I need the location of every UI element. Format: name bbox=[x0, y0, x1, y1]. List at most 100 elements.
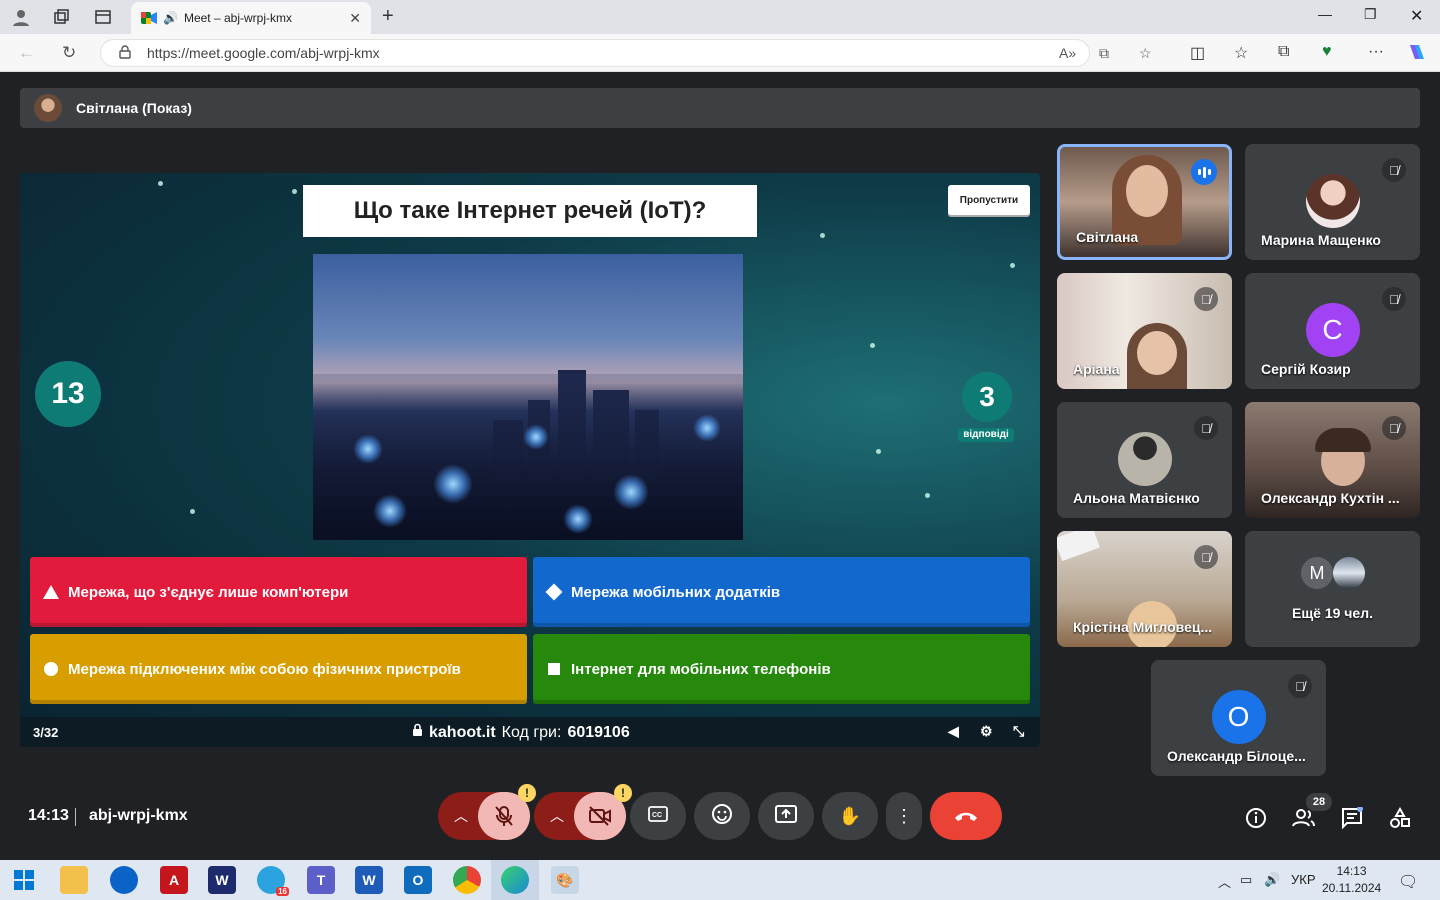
light-glow bbox=[613, 474, 649, 510]
word-icon[interactable]: W bbox=[355, 866, 383, 894]
meet-window: Світлана (Показ) Що таке Інтернет речей … bbox=[4, 72, 1436, 856]
url-bar[interactable]: https://meet.google.com/abj-wrpj-kmx A» … bbox=[100, 39, 1152, 67]
presentation-banner: Світлана (Показ) bbox=[20, 88, 1420, 128]
hang-up-icon bbox=[953, 806, 979, 827]
browser-essentials-icon[interactable]: ♥ bbox=[1322, 43, 1332, 61]
lock-icon[interactable] bbox=[119, 45, 131, 62]
favorites-icon[interactable]: ☆ bbox=[1234, 43, 1248, 63]
favorite-star-icon[interactable]: ☆ bbox=[1139, 45, 1152, 62]
chrome-icon[interactable] bbox=[453, 866, 481, 894]
minimize-icon[interactable]: — bbox=[1318, 6, 1332, 22]
answers-count: 3 bbox=[962, 372, 1012, 422]
volume-icon[interactable]: 🔊 bbox=[1264, 872, 1280, 888]
notifications-icon[interactable]: 🗨 bbox=[1398, 872, 1418, 892]
hand-icon: ✋ bbox=[838, 805, 862, 826]
split-screen-icon[interactable]: ◫ bbox=[1190, 43, 1205, 63]
network-dot bbox=[870, 343, 875, 348]
network-dot bbox=[820, 233, 825, 238]
more-options-button[interactable]: ⋮ bbox=[886, 792, 922, 840]
leave-call-button[interactable] bbox=[930, 792, 1002, 840]
tab-actions-icon[interactable] bbox=[92, 6, 114, 28]
outlook-icon[interactable]: O bbox=[404, 866, 432, 894]
reactions-button[interactable] bbox=[694, 792, 750, 840]
network-dot bbox=[1010, 263, 1015, 268]
webex-icon[interactable]: W bbox=[208, 866, 236, 894]
answer-option-yellow[interactable]: Мережа підключених між собою фізичних пр… bbox=[30, 634, 527, 704]
settings-icon[interactable]: ⚙ bbox=[980, 723, 993, 740]
system-clock[interactable]: 14:13 20.11.2024 bbox=[1322, 863, 1381, 897]
answer-option-red[interactable]: Мережа, що з'єднує лише комп'ютери bbox=[30, 557, 527, 627]
file-explorer-icon[interactable] bbox=[60, 866, 88, 894]
app-available-icon[interactable]: ⧉ bbox=[1099, 45, 1109, 62]
paint-icon[interactable]: 🎨 bbox=[551, 866, 579, 894]
participant-tile[interactable]: 🎙̸ Марина Мащенко bbox=[1245, 144, 1420, 260]
read-aloud-icon[interactable]: A» bbox=[1059, 45, 1076, 61]
workspaces-icon[interactable] bbox=[50, 6, 72, 28]
url-text: https://meet.google.com/abj-wrpj-kmx bbox=[147, 45, 380, 61]
close-tab-icon[interactable]: ✕ bbox=[349, 10, 361, 27]
participant-tile[interactable]: 🎙̸ Олександр Кухтін ... bbox=[1245, 402, 1420, 518]
participant-tile[interactable]: 🎙̸ Крістіна Мигловец... bbox=[1057, 531, 1232, 647]
chat-icon[interactable] bbox=[1336, 802, 1368, 834]
network-dot bbox=[925, 493, 930, 498]
participant-hair bbox=[1315, 428, 1371, 452]
close-window-icon[interactable]: ✕ bbox=[1410, 6, 1423, 26]
question-image bbox=[313, 254, 743, 540]
meeting-info-icon[interactable] bbox=[1240, 802, 1272, 834]
browser-tab-bar: 🔊 Meet – abj-wrpj-kmx ✕ + — ❐ ✕ bbox=[0, 0, 1440, 34]
participant-tile[interactable]: С 🎙̸ Сергій Козир bbox=[1245, 273, 1420, 389]
restore-icon[interactable]: ❐ bbox=[1364, 6, 1377, 23]
participant-face bbox=[1126, 165, 1168, 217]
mic-muted-icon: 🎙̸ bbox=[1382, 287, 1406, 311]
copilot-icon[interactable] bbox=[1406, 41, 1428, 68]
raise-hand-button[interactable]: ✋ bbox=[822, 792, 878, 840]
telegram-icon[interactable]: 16 bbox=[257, 866, 289, 896]
participant-tile[interactable]: 🎙̸ Альона Матвієнко bbox=[1057, 402, 1232, 518]
avatar: С bbox=[1305, 303, 1360, 357]
windows-taskbar: A W 16 T W O 🎨 ︿ ▭ 🔊 УКР 14:13 20.11.202… bbox=[0, 860, 1440, 900]
show-hidden-icons[interactable]: ︿ bbox=[1218, 872, 1231, 891]
back-icon[interactable]: ← bbox=[18, 43, 35, 63]
microphone-control: ︿ ! bbox=[438, 784, 536, 840]
more-menu-icon[interactable]: ··· bbox=[1368, 43, 1384, 61]
mic-muted-icon: 🎙̸ bbox=[1288, 674, 1312, 698]
call-controls-bar: 14:13 abj-wrpj-kmx ︿ ! ︿ ! CC ✋ ⋮ 28 bbox=[4, 782, 1436, 856]
present-screen-button[interactable] bbox=[758, 792, 814, 840]
exit-fullscreen-icon[interactable]: ⤡ bbox=[1013, 723, 1024, 740]
volume-icon[interactable]: ◀ bbox=[948, 723, 959, 740]
participant-name: Сергій Козир bbox=[1261, 361, 1351, 377]
teams-icon[interactable]: T bbox=[307, 866, 335, 894]
presenter-avatar bbox=[34, 94, 62, 122]
tab-meet[interactable]: 🔊 Meet – abj-wrpj-kmx ✕ bbox=[131, 2, 371, 34]
activities-icon[interactable] bbox=[1384, 802, 1416, 834]
divider bbox=[75, 808, 76, 826]
new-tab-icon[interactable]: + bbox=[382, 5, 394, 28]
emoji-icon bbox=[711, 803, 733, 830]
answer-text: Мережа мобільних додатків bbox=[571, 583, 781, 601]
collections-icon[interactable]: ⧉ bbox=[1278, 43, 1289, 61]
participant-tile-others[interactable]: M Ещё 19 чел. bbox=[1245, 531, 1420, 647]
acrobat-icon[interactable]: A bbox=[160, 866, 188, 894]
avatar: O bbox=[1211, 690, 1266, 744]
clock-date: 20.11.2024 bbox=[1322, 881, 1382, 895]
participant-name: Марина Мащенко bbox=[1261, 232, 1381, 248]
answer-option-green[interactable]: Інтернет для мобільних телефонів bbox=[533, 634, 1030, 704]
light-glow bbox=[353, 434, 383, 464]
onedrive-icon[interactable] bbox=[110, 866, 138, 894]
participant-tile[interactable]: 🎙̸ Аріана bbox=[1057, 273, 1232, 389]
reload-icon[interactable]: ↻ bbox=[62, 43, 76, 63]
circle-icon bbox=[42, 660, 60, 678]
meeting-code: abj-wrpj-kmx bbox=[89, 807, 188, 824]
keyboard-language[interactable]: УКР bbox=[1291, 872, 1316, 887]
captions-button[interactable]: CC bbox=[630, 792, 686, 840]
network-icon[interactable]: ▭ bbox=[1240, 872, 1252, 888]
skip-button[interactable]: Пропустити bbox=[948, 185, 1030, 215]
people-icon[interactable] bbox=[1288, 802, 1320, 834]
edge-icon[interactable] bbox=[501, 866, 529, 894]
answer-option-blue[interactable]: Мережа мобільних додатків bbox=[533, 557, 1030, 627]
participant-tile[interactable]: Світлана bbox=[1057, 144, 1232, 260]
start-windows-icon[interactable] bbox=[10, 866, 38, 894]
audio-playing-icon[interactable]: 🔊 bbox=[163, 11, 178, 25]
profile-icon[interactable] bbox=[10, 6, 32, 28]
participant-tile[interactable]: O 🎙̸ Олександр Білоце... bbox=[1151, 660, 1326, 776]
